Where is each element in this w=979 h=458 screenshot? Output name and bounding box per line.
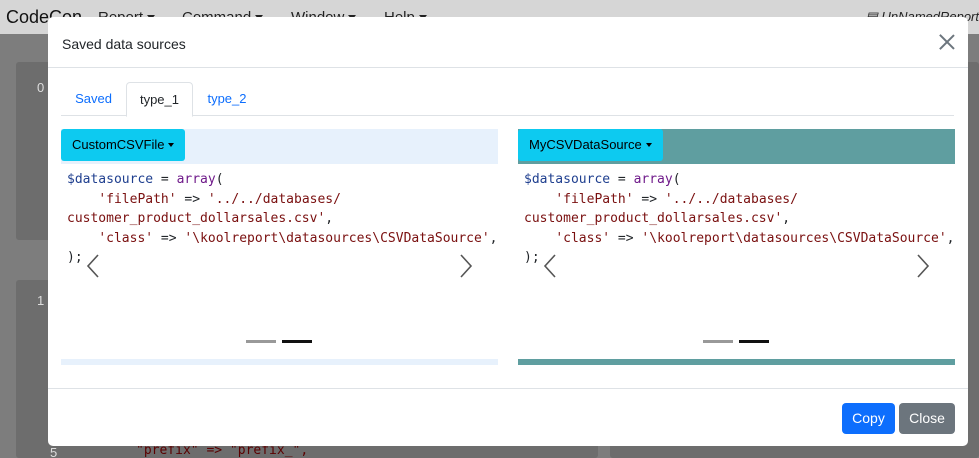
source-tabs: Saved type_1 type_2 (61, 82, 954, 117)
data-source-dropdown[interactable]: CustomCSVFile (61, 129, 186, 161)
saved-data-sources-modal: Saved data sources Saved type_1 type_2 C… (48, 17, 968, 446)
data-source-panel: CustomCSVFile $datasource = array( 'file… (61, 129, 498, 365)
panel-footer-strip (61, 359, 498, 365)
close-button[interactable]: Close (899, 403, 955, 434)
bg-line-number: 0 (37, 80, 45, 95)
copy-button[interactable]: Copy (842, 403, 895, 434)
panel-header: MyCSVDataSource (518, 129, 955, 164)
chevron-left-icon[interactable] (539, 253, 563, 279)
bg-line-number: 1 (37, 293, 45, 308)
chevron-right-icon[interactable] (453, 253, 477, 279)
caret-down-icon (168, 143, 175, 147)
carousel-indicator[interactable] (246, 340, 276, 343)
tab-saved[interactable]: Saved (61, 82, 126, 116)
data-source-panel: MyCSVDataSource $datasource = array( 'fi… (518, 129, 955, 365)
carousel-indicator[interactable] (703, 340, 733, 343)
modal-title: Saved data sources (62, 36, 186, 52)
tab-type-1[interactable]: type_1 (126, 82, 193, 117)
panel-header: CustomCSVFile (61, 129, 498, 164)
chevron-right-icon[interactable] (910, 253, 934, 279)
caret-down-icon (645, 143, 652, 147)
code-carousel: $datasource = array( 'filePath' => '../.… (518, 165, 955, 359)
modal-header: Saved data sources (48, 17, 968, 68)
chevron-left-icon[interactable] (82, 253, 106, 279)
tab-type-2[interactable]: type_2 (193, 82, 261, 116)
carousel-indicator[interactable] (739, 340, 769, 343)
code-carousel: $datasource = array( 'filePath' => '../.… (61, 165, 498, 359)
carousel-indicator[interactable] (282, 340, 312, 343)
data-source-dropdown[interactable]: MyCSVDataSource (518, 129, 663, 161)
code-block: $datasource = array( 'filePath' => '../.… (67, 172, 498, 265)
bg-line-number: 5 (50, 445, 58, 458)
code-block: $datasource = array( 'filePath' => '../.… (524, 172, 955, 265)
panel-footer-strip (518, 359, 955, 365)
close-icon[interactable] (938, 33, 956, 51)
modal-footer: Copy Close (48, 388, 968, 446)
